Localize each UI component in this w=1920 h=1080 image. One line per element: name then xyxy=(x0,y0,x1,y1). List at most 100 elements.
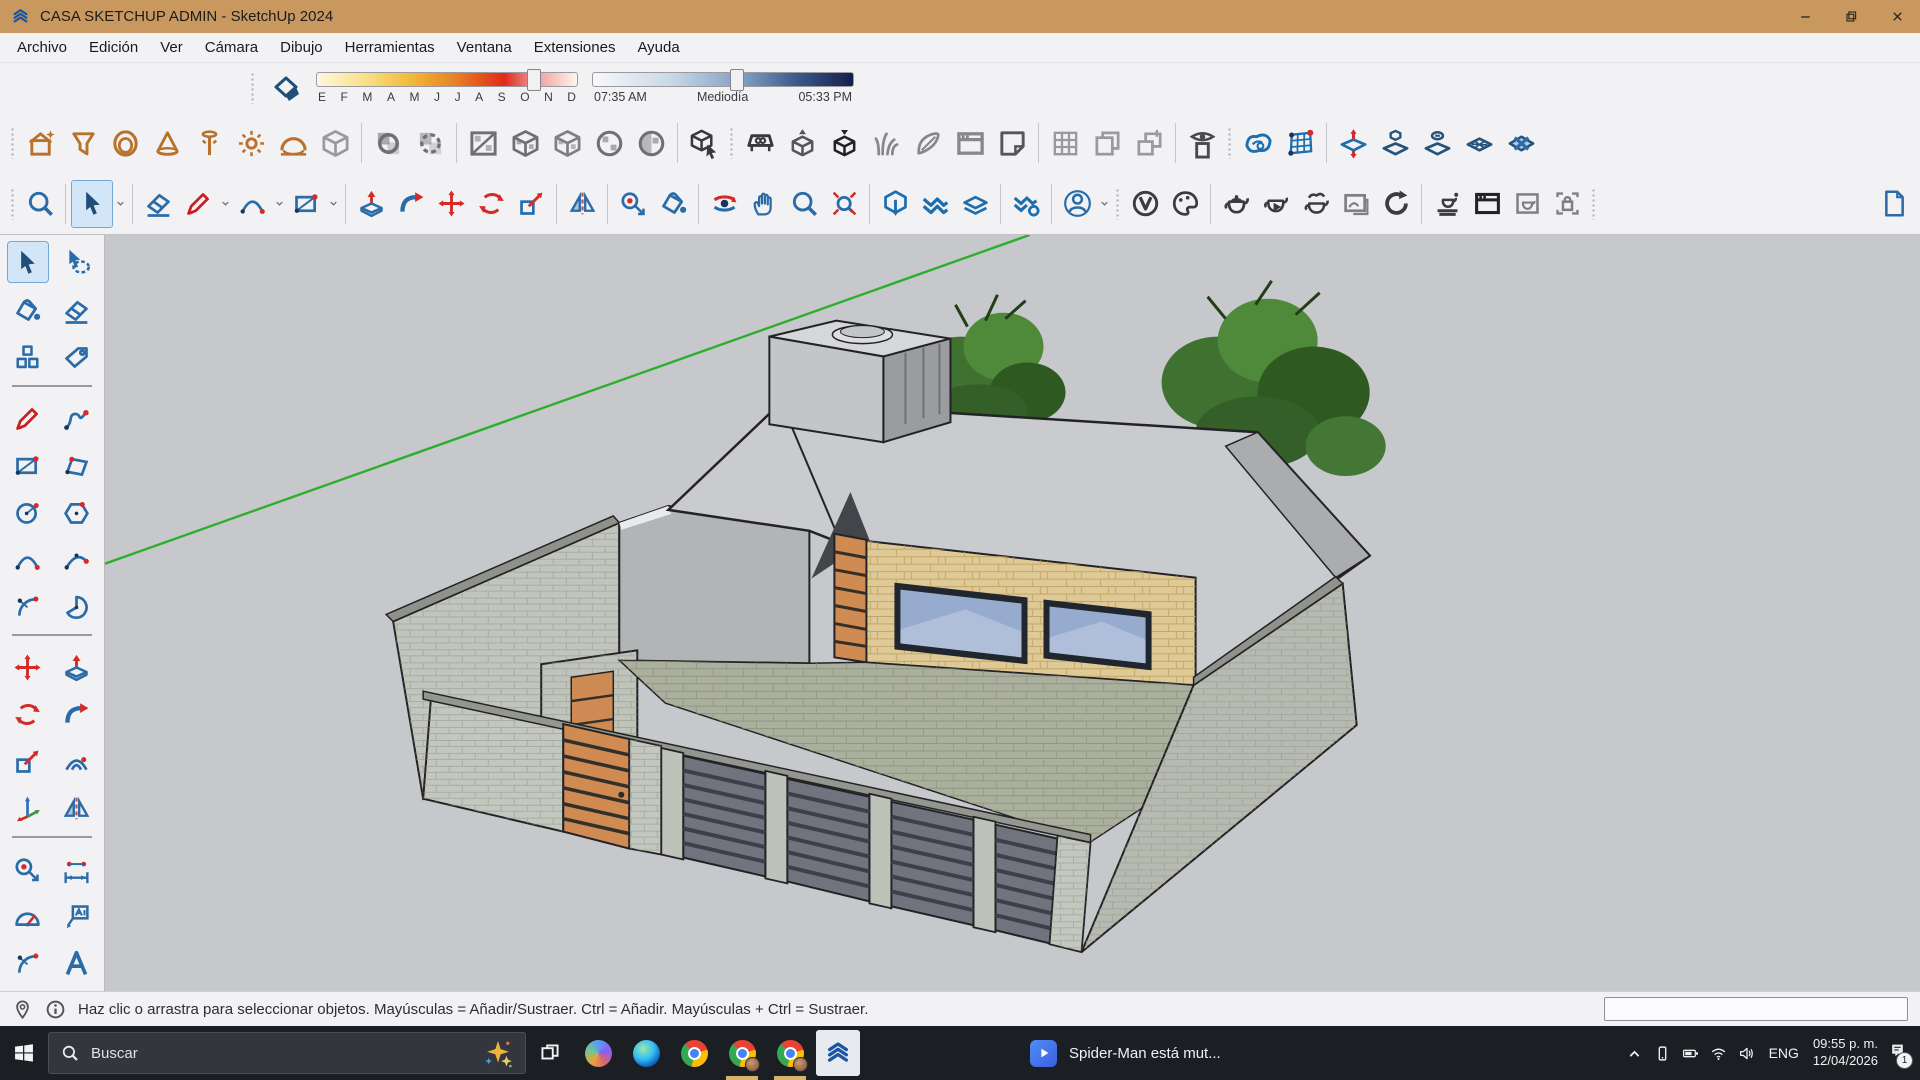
dimensions-tool-button[interactable] xyxy=(57,849,97,889)
grass-tool-button[interactable] xyxy=(865,120,907,166)
search-tool-button[interactable] xyxy=(20,181,60,227)
layers-export-button[interactable] xyxy=(955,181,995,227)
page-curl-button[interactable] xyxy=(991,120,1033,166)
freehand-tool-button[interactable] xyxy=(57,398,97,438)
copilot-button[interactable] xyxy=(574,1026,622,1080)
arc-tool-caret[interactable] xyxy=(272,183,286,225)
toolbar-grip[interactable] xyxy=(1591,188,1597,220)
box-lift-button[interactable] xyxy=(1128,120,1170,166)
restore-button[interactable] xyxy=(1828,0,1874,33)
text-tool-button[interactable] xyxy=(57,896,97,936)
offset-tool-button[interactable] xyxy=(57,741,97,781)
menu-extensiones[interactable]: Extensiones xyxy=(523,35,627,60)
toolbar-grip[interactable] xyxy=(10,127,16,159)
menu-ver[interactable]: Ver xyxy=(149,35,194,60)
move-tool-button[interactable] xyxy=(8,647,48,687)
vray-materials-button[interactable] xyxy=(1165,181,1205,227)
bezier-tool-button[interactable] xyxy=(8,943,48,983)
menu-ventana[interactable]: Ventana xyxy=(446,35,523,60)
toolbar-grip[interactable] xyxy=(729,127,735,159)
vray-render-button[interactable] xyxy=(1216,181,1256,227)
scale-tool-button[interactable] xyxy=(8,741,48,781)
select-tool-caret[interactable] xyxy=(113,183,127,225)
shadow-rings-button[interactable] xyxy=(104,120,146,166)
arc-2pt-tool-button[interactable] xyxy=(8,539,48,579)
menu-edicion[interactable]: Edición xyxy=(78,35,149,60)
shadow-settings-icon[interactable] xyxy=(270,72,302,104)
line-tool-caret[interactable] xyxy=(218,183,232,225)
pushpull-tool-button[interactable] xyxy=(351,181,391,227)
select-tool-button[interactable] xyxy=(7,241,49,283)
rectangle-tool-button[interactable] xyxy=(8,445,48,485)
tape-measure-tool-button[interactable] xyxy=(8,849,48,889)
chrome-button[interactable] xyxy=(670,1026,718,1080)
sandbox-stamp-button[interactable] xyxy=(1374,120,1416,166)
orbit-tool-button[interactable] xyxy=(704,181,744,227)
chrome-profile-2-button[interactable] xyxy=(766,1026,814,1080)
polygon-tool-button[interactable] xyxy=(57,492,97,532)
vray-render-interactive-button[interactable] xyxy=(1256,181,1296,227)
account-caret[interactable] xyxy=(1097,183,1111,225)
measurement-input[interactable] xyxy=(1604,997,1908,1021)
rotated-rectangle-tool-button[interactable] xyxy=(57,445,97,485)
cube-arrow-down-button[interactable] xyxy=(823,120,865,166)
zoom-tool-button[interactable] xyxy=(784,181,824,227)
menu-ayuda[interactable]: Ayuda xyxy=(626,35,690,60)
vray-refresh-button[interactable] xyxy=(1376,181,1416,227)
flip-tool-button[interactable] xyxy=(562,181,602,227)
menu-archivo[interactable]: Archivo xyxy=(6,35,78,60)
vray-render-cloud-button[interactable] xyxy=(1296,181,1336,227)
select-tool-button[interactable] xyxy=(71,180,113,228)
shadow-funnel-button[interactable] xyxy=(62,120,104,166)
clock[interactable]: 09:55 p. m. 12/04/2026 xyxy=(1813,1036,1878,1070)
style-shaded-button[interactable] xyxy=(367,120,409,166)
move-tool-button[interactable] xyxy=(431,181,471,227)
pushpull-tool-button[interactable] xyxy=(57,647,97,687)
zigzag-settings-button[interactable] xyxy=(1006,181,1046,227)
vray-pack-scene-button[interactable] xyxy=(1507,181,1547,227)
light-stake-button[interactable] xyxy=(188,120,230,166)
model-cube-button[interactable] xyxy=(314,120,356,166)
copy-frames-button[interactable] xyxy=(1086,120,1128,166)
arc-center-tool-button[interactable] xyxy=(8,586,48,626)
chrome-profile-1-button[interactable] xyxy=(718,1026,766,1080)
zoom-extents-tool-button[interactable] xyxy=(824,181,864,227)
vray-cosmos-browser-button[interactable] xyxy=(1467,181,1507,227)
arc-3pt-tool-button[interactable] xyxy=(57,539,97,579)
style-hidden-line-button[interactable] xyxy=(588,120,630,166)
paint-bucket-tool-button[interactable] xyxy=(8,290,48,330)
sandbox-drape-button[interactable] xyxy=(1416,120,1458,166)
vray-asset-editor-button[interactable] xyxy=(1125,181,1165,227)
lasso-tool-button[interactable] xyxy=(58,241,98,281)
vray-frame-buffer-button[interactable] xyxy=(1336,181,1376,227)
followme-tool-button[interactable] xyxy=(57,694,97,734)
volume-icon[interactable] xyxy=(1738,1045,1755,1062)
arc-tool-button[interactable] xyxy=(232,181,272,227)
toolbar-grip[interactable] xyxy=(1227,127,1233,159)
components-tool-button[interactable] xyxy=(8,337,48,377)
scale-tool-button[interactable] xyxy=(511,181,551,227)
taskbar-search[interactable]: Buscar xyxy=(48,1032,526,1074)
eraser-tool-button[interactable] xyxy=(57,290,97,330)
vray-lock-scene-button[interactable] xyxy=(1547,181,1587,227)
rotate-tool-button[interactable] xyxy=(8,694,48,734)
add-location-button[interactable] xyxy=(20,120,62,166)
sandbox-add-detail-button[interactable] xyxy=(1458,120,1500,166)
rectangle-tool-button[interactable] xyxy=(286,181,326,227)
sandbox-flip-edge-button[interactable] xyxy=(1500,120,1542,166)
tray-chevron-icon[interactable] xyxy=(1626,1045,1643,1062)
light-cone-button[interactable] xyxy=(146,120,188,166)
language-indicator[interactable]: ENG xyxy=(1766,1045,1802,1061)
start-button[interactable] xyxy=(0,1026,48,1080)
close-button[interactable] xyxy=(1874,0,1920,33)
edge-button[interactable] xyxy=(622,1026,670,1080)
toolbar-grip[interactable] xyxy=(1115,188,1121,220)
date-slider-track[interactable] xyxy=(316,72,578,87)
pan-tool-button[interactable] xyxy=(744,181,784,227)
phone-link-icon[interactable] xyxy=(1654,1045,1671,1062)
toolbar-grip[interactable] xyxy=(250,72,256,104)
model-viewport[interactable] xyxy=(105,235,1920,991)
time-slider-handle[interactable] xyxy=(730,69,744,91)
menu-dibujo[interactable]: Dibujo xyxy=(269,35,334,60)
circle-tool-button[interactable] xyxy=(8,492,48,532)
